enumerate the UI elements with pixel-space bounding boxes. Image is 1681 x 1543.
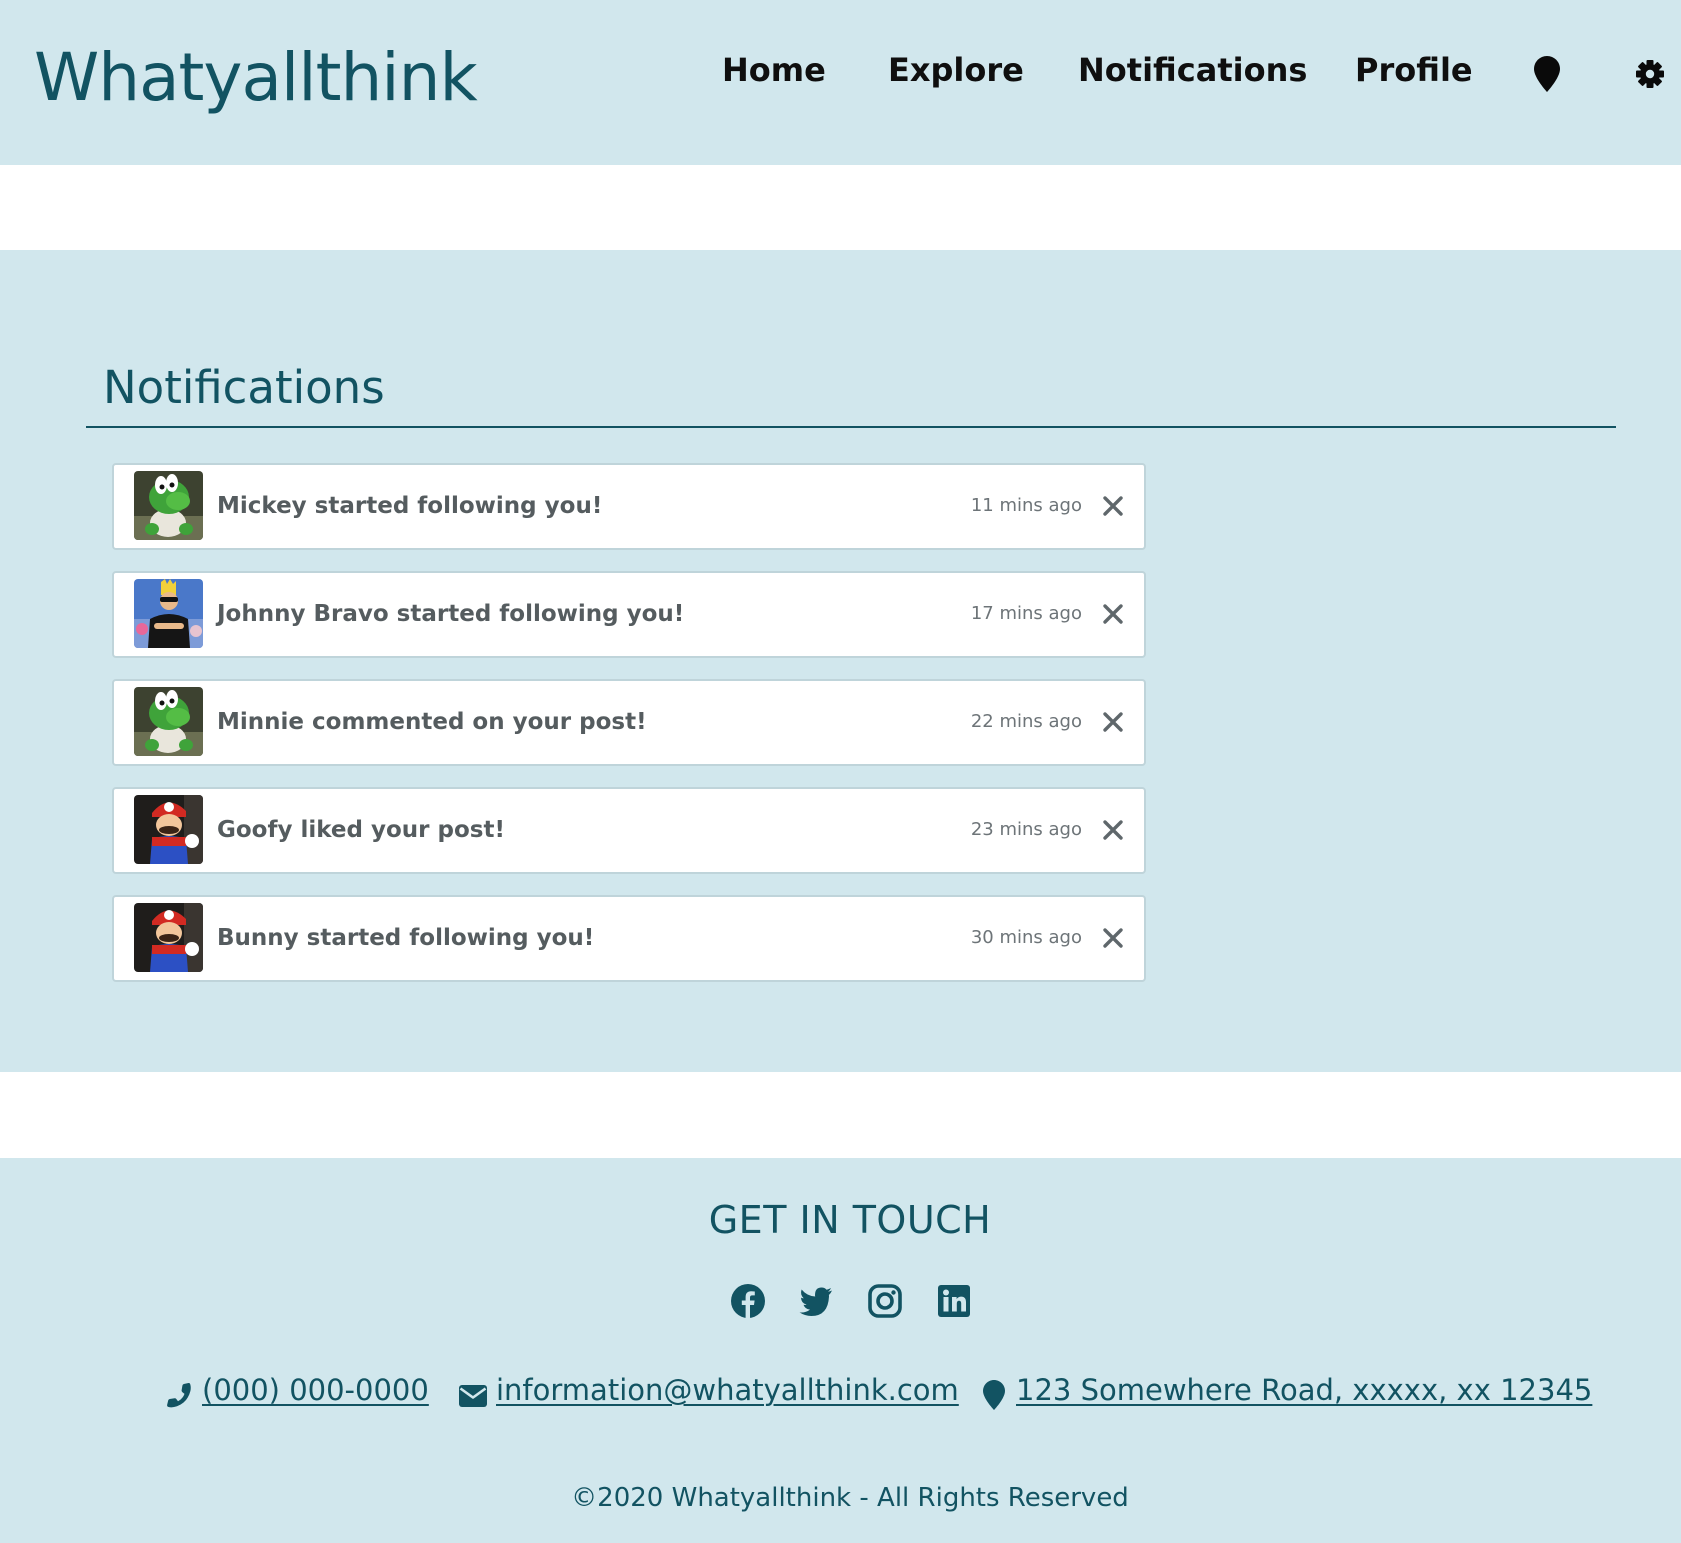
email-link[interactable]: information@whatyallthink.com [496, 1370, 959, 1410]
location-pin-icon[interactable] [1533, 55, 1561, 97]
notification-item[interactable]: Goofy liked your post! 23 mins ago [112, 787, 1146, 874]
avatar-johnny-bravo [134, 579, 203, 648]
site-logo[interactable]: Whatyallthink [34, 36, 478, 120]
top-header: Whatyallthink Home Explore Notifications… [0, 0, 1681, 165]
linkedin-icon[interactable] [935, 1282, 973, 1320]
notification-message: Minnie commented on your post! [217, 709, 647, 735]
facebook-icon[interactable] [729, 1282, 767, 1320]
notification-item[interactable]: Johnny Bravo started following you! 17 m… [112, 571, 1146, 658]
nav-home[interactable]: Home [722, 48, 826, 92]
copyright-text: ©2020 Whatyallthink - All Rights Reserve… [571, 1483, 1129, 1513]
notification-message: Johnny Bravo started following you! [217, 601, 685, 627]
notification-time: 17 mins ago [970, 603, 1082, 624]
close-icon[interactable] [1102, 819, 1124, 841]
close-icon[interactable] [1102, 711, 1124, 733]
footer: GET IN TOUCH (000) 000-0000 information@… [0, 1158, 1681, 1543]
notification-item[interactable]: Mickey started following you! 11 mins ag… [112, 463, 1146, 550]
close-icon[interactable] [1102, 927, 1124, 949]
envelope-icon [458, 1384, 488, 1412]
notification-message: Goofy liked your post! [217, 817, 505, 843]
avatar-yoshi [134, 471, 203, 540]
nav-notifications[interactable]: Notifications [1078, 48, 1307, 92]
close-icon[interactable] [1102, 495, 1124, 517]
nav-profile[interactable]: Profile [1355, 48, 1473, 92]
location-pin-icon [982, 1379, 1006, 1415]
notification-item[interactable]: Minnie commented on your post! 22 mins a… [112, 679, 1146, 766]
notification-time: 22 mins ago [970, 711, 1082, 732]
notifications-section: Notifications Mickey started following y… [0, 250, 1681, 1072]
notification-time: 23 mins ago [970, 819, 1082, 840]
notification-time: 30 mins ago [970, 927, 1082, 948]
phone-icon [164, 1380, 194, 1414]
notification-time: 11 mins ago [970, 495, 1082, 516]
twitter-icon[interactable] [797, 1282, 835, 1320]
notification-list: Mickey started following you! 11 mins ag… [112, 463, 1146, 1003]
page-title: Notifications [103, 361, 385, 414]
avatar-mario [134, 903, 203, 972]
gear-icon[interactable] [1635, 59, 1665, 93]
notification-message: Bunny started following you! [217, 925, 595, 951]
notification-item[interactable]: Bunny started following you! 30 mins ago [112, 895, 1146, 982]
avatar-mario [134, 795, 203, 864]
close-icon[interactable] [1102, 603, 1124, 625]
phone-link[interactable]: (000) 000-0000 [202, 1370, 429, 1410]
nav-explore[interactable]: Explore [888, 48, 1024, 92]
title-divider [86, 426, 1616, 428]
instagram-icon[interactable] [866, 1282, 904, 1320]
address-link[interactable]: 123 Somewhere Road, xxxxx, xx 12345 [1016, 1370, 1592, 1410]
avatar-yoshi [134, 687, 203, 756]
notification-message: Mickey started following you! [217, 493, 603, 519]
footer-title: GET IN TOUCH [708, 1198, 992, 1242]
